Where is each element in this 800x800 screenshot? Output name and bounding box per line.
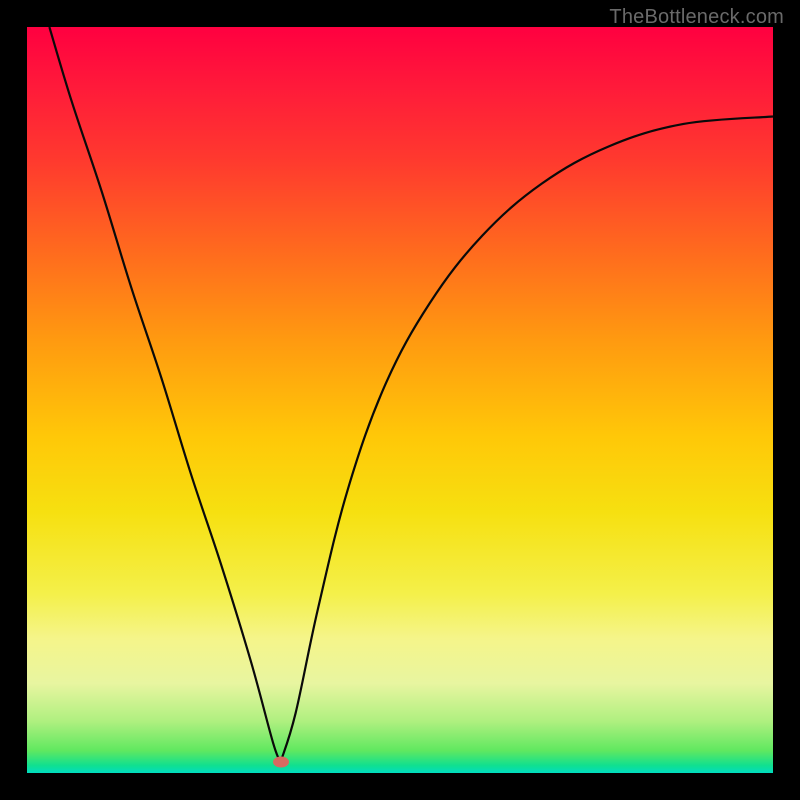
watermark-text: TheBottleneck.com bbox=[609, 6, 784, 29]
curve-svg bbox=[27, 27, 773, 773]
chart-frame: TheBottleneck.com bbox=[0, 0, 800, 800]
bottleneck-curve bbox=[49, 27, 773, 762]
minimum-marker bbox=[273, 756, 289, 767]
plot-area bbox=[27, 27, 773, 773]
